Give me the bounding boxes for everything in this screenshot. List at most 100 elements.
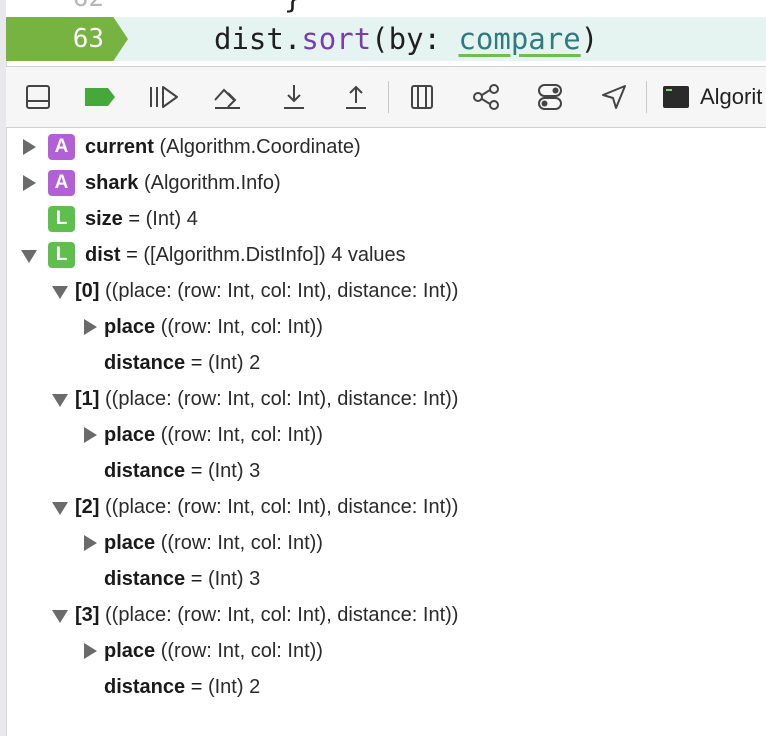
- child-name: distance: [104, 676, 186, 698]
- child-row[interactable]: place ((row: Int, col: Int)): [6, 633, 766, 669]
- variable-text: current (Algorithm.Coordinate): [85, 129, 361, 165]
- target-label[interactable]: Algorit: [700, 84, 762, 110]
- continue-icon[interactable]: [148, 81, 180, 113]
- code-method: sort: [301, 22, 372, 56]
- child-type: ((row: Int, col: Int)): [160, 424, 323, 446]
- child-row[interactable]: distance = (Int) 3: [6, 561, 766, 597]
- target-app-icon[interactable]: [660, 81, 692, 113]
- child-value: 2: [249, 676, 261, 698]
- element-text: [3] ((place: (row: Int, col: Int), dista…: [75, 597, 458, 633]
- element-type: ((place: (row: Int, col: Int), distance:…: [105, 388, 459, 410]
- variable-type: (Algorithm.Info): [143, 172, 281, 194]
- step-out-icon[interactable]: [340, 81, 372, 113]
- step-into-icon[interactable]: [278, 81, 310, 113]
- child-type: (Int): [207, 460, 244, 482]
- disclosure-closed-icon[interactable]: [84, 535, 97, 551]
- variable-value: 4 values: [331, 244, 406, 266]
- disclosure-closed-icon[interactable]: [84, 427, 97, 443]
- variable-text: size = (Int) 4: [85, 201, 198, 237]
- variable-row[interactable]: L size = (Int) 4: [6, 201, 766, 237]
- child-row[interactable]: place ((row: Int, col: Int)): [6, 417, 766, 453]
- child-name: distance: [104, 352, 186, 374]
- child-row[interactable]: place ((row: Int, col: Int)): [6, 525, 766, 561]
- argument-badge-icon: A: [48, 170, 75, 196]
- child-type: (Int): [207, 676, 244, 698]
- disclosure-open-icon[interactable]: [52, 286, 68, 299]
- toolbar-divider: [646, 81, 647, 113]
- child-text: place ((row: Int, col: Int)): [104, 633, 323, 669]
- element-type: ((place: (row: Int, col: Int), distance:…: [105, 604, 459, 626]
- disclosure-open-icon[interactable]: [52, 394, 68, 407]
- child-type: (Int): [207, 352, 244, 374]
- variable-text: shark (Algorithm.Info): [85, 165, 281, 201]
- child-separator: =: [185, 568, 208, 590]
- child-type: ((row: Int, col: Int)): [160, 316, 323, 338]
- child-text: place ((row: Int, col: Int)): [104, 417, 323, 453]
- element-index: [1]: [75, 388, 100, 410]
- memory-graph-icon[interactable]: [470, 81, 502, 113]
- child-name: place: [104, 424, 156, 446]
- view-hierarchy-icon[interactable]: [406, 81, 438, 113]
- element-text: [1] ((place: (row: Int, col: Int), dista…: [75, 381, 458, 417]
- array-element-row[interactable]: [0] ((place: (row: Int, col: Int), dista…: [6, 273, 766, 309]
- variable-row[interactable]: L dist = ([Algorithm.DistInfo]) 4 values: [6, 237, 766, 273]
- variable-row[interactable]: A current (Algorithm.Coordinate): [6, 129, 766, 165]
- variable-separator: =: [122, 208, 146, 230]
- child-row[interactable]: distance = (Int) 3: [6, 453, 766, 489]
- disclosure-open-icon[interactable]: [52, 610, 68, 623]
- code-editor[interactable]: 62 } 63 dist.sort(by: compare): [6, 0, 766, 62]
- child-name: place: [104, 532, 156, 554]
- child-row[interactable]: place ((row: Int, col: Int)): [6, 309, 766, 345]
- hide-debug-area-icon[interactable]: [22, 81, 54, 113]
- child-type: (Int): [207, 568, 244, 590]
- line-number: 63: [72, 24, 104, 54]
- child-text: distance = (Int) 2: [104, 669, 260, 705]
- variable-name: size: [85, 208, 123, 230]
- variable-value: 4: [186, 208, 198, 230]
- variable-row[interactable]: A shark (Algorithm.Info): [6, 165, 766, 201]
- variables-view[interactable]: A current (Algorithm.Coordinate) A shark…: [6, 128, 766, 736]
- child-value: 3: [249, 568, 261, 590]
- code-argument: compare: [458, 22, 581, 56]
- disclosure-closed-icon[interactable]: [84, 319, 97, 335]
- child-text: distance = (Int) 2: [104, 345, 260, 381]
- argument-badge-icon: A: [48, 134, 75, 160]
- element-type: ((place: (row: Int, col: Int), distance:…: [105, 496, 459, 518]
- disclosure-open-icon[interactable]: [21, 250, 37, 263]
- disclosure-closed-icon[interactable]: [84, 643, 97, 659]
- disclosure-closed-icon[interactable]: [23, 139, 36, 155]
- element-index: [3]: [75, 604, 100, 626]
- array-element-row[interactable]: [2] ((place: (row: Int, col: Int), dista…: [6, 489, 766, 525]
- code-open-paren: (by:: [371, 22, 459, 56]
- variable-type: (Int): [145, 208, 182, 230]
- local-badge-icon: L: [48, 242, 75, 268]
- child-name: distance: [104, 568, 186, 590]
- child-separator: =: [185, 352, 208, 374]
- child-type: ((row: Int, col: Int)): [160, 640, 323, 662]
- code-line-current[interactable]: 63 dist.sort(by: compare): [6, 17, 766, 61]
- child-row[interactable]: distance = (Int) 2: [6, 669, 766, 705]
- variable-type: ([Algorithm.DistInfo]): [143, 244, 326, 266]
- child-text: place ((row: Int, col: Int)): [104, 525, 323, 561]
- disclosure-open-icon[interactable]: [52, 502, 68, 515]
- simulate-location-icon[interactable]: [598, 81, 630, 113]
- toolbar-divider: [388, 81, 389, 113]
- environment-overrides-icon[interactable]: [534, 81, 566, 113]
- child-text: distance = (Int) 3: [104, 561, 260, 597]
- code-receiver: dist.: [214, 22, 302, 56]
- variable-name: dist: [85, 244, 121, 266]
- variable-separator: =: [120, 244, 144, 266]
- step-over-icon[interactable]: [212, 81, 244, 113]
- child-text: distance = (Int) 3: [104, 453, 260, 489]
- disclosure-closed-icon[interactable]: [23, 175, 36, 191]
- child-value: 2: [249, 352, 261, 374]
- array-element-row[interactable]: [3] ((place: (row: Int, col: Int), dista…: [6, 597, 766, 633]
- array-element-row[interactable]: [1] ((place: (row: Int, col: Int), dista…: [6, 381, 766, 417]
- variable-name: current: [85, 136, 154, 158]
- local-badge-icon: L: [48, 206, 75, 232]
- element-index: [0]: [75, 280, 100, 302]
- child-name: place: [104, 316, 156, 338]
- child-name: distance: [104, 460, 186, 482]
- breakpoints-toggle-icon[interactable]: [84, 81, 116, 113]
- child-row[interactable]: distance = (Int) 2: [6, 345, 766, 381]
